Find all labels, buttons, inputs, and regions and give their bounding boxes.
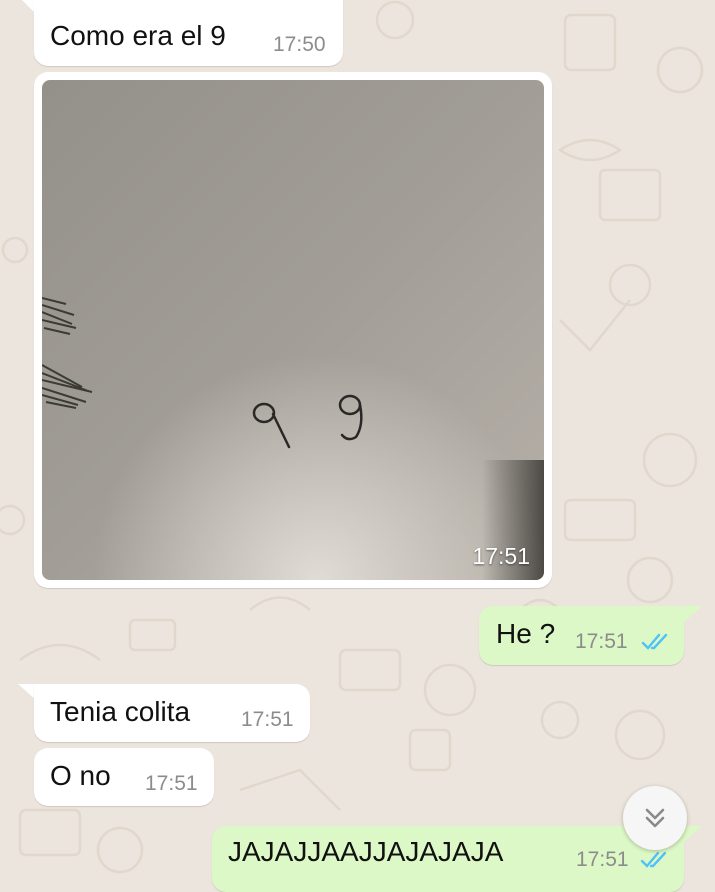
bubble-tail <box>684 826 702 842</box>
incoming-message[interactable]: Tenia colita 17:51 <box>34 684 310 742</box>
message-text: Tenia colita <box>50 696 191 727</box>
message-time: 17:51 <box>145 772 198 795</box>
message-time: 17:51 <box>576 848 629 871</box>
double-chevron-down-icon <box>645 808 665 828</box>
message-time: 17:51 <box>575 630 628 653</box>
message-text: He ? <box>496 618 556 649</box>
outgoing-message[interactable]: JAJAJJAAJJAJAJAJA 17:51 <box>212 826 684 892</box>
message-time: 17:51 <box>241 708 294 731</box>
message-photo[interactable]: 17:51 <box>42 80 544 580</box>
bubble-tail <box>684 606 702 622</box>
image-time: 17:51 <box>472 543 530 569</box>
read-ticks-icon <box>641 633 668 650</box>
message-time: 17:50 <box>273 33 326 56</box>
outgoing-message[interactable]: He ? 17:51 <box>479 606 684 665</box>
message-text: Como era el 9 <box>50 20 226 51</box>
incoming-message[interactable]: Como era el 9 17:50 <box>34 0 343 66</box>
read-ticks-icon <box>640 851 667 868</box>
incoming-message[interactable]: O no 17:51 <box>34 748 214 806</box>
message-text: O no <box>50 760 111 791</box>
scroll-to-bottom-button[interactable] <box>623 786 687 850</box>
message-text: JAJAJJAAJJAJAJAJA <box>228 836 504 867</box>
